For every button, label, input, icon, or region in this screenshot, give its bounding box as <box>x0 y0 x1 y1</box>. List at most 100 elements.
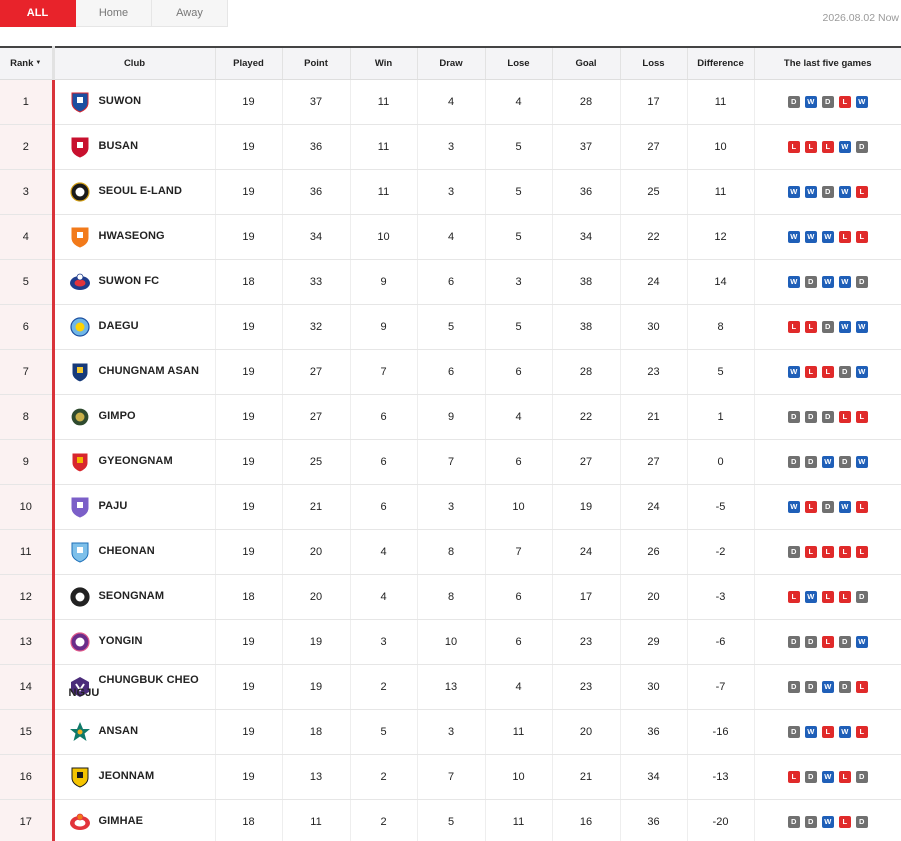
club-cell[interactable]: GIMHAE <box>51 799 215 841</box>
club-link[interactable]: YONGIN <box>69 631 215 653</box>
table-row[interactable]: 11 CHEONAN 19 20 4 8 7 24 26 -2 D L L L L <box>0 529 901 575</box>
club-cell[interactable]: CHEONAN <box>51 529 215 575</box>
table-row[interactable]: 10 PAJU 19 21 6 3 10 19 24 -5 W L D W L <box>0 484 901 530</box>
table-row[interactable]: 6 DAEGU 19 32 9 5 5 38 30 8 L L D W W <box>0 304 901 350</box>
club-cell[interactable]: PAJU <box>51 484 215 530</box>
club-link[interactable]: DAEGU <box>69 316 215 338</box>
table-row[interactable]: 17 GIMHAE 18 11 2 5 11 16 36 -20 D D W L D <box>0 799 901 841</box>
table-row[interactable]: 4 HWASEONG 19 34 10 4 5 34 22 12 W W W L L <box>0 214 901 260</box>
club-link[interactable]: GYEONGNAM <box>69 451 215 473</box>
table-row[interactable]: 13 YONGIN 19 19 3 10 6 23 29 -6 D D L D W <box>0 619 901 665</box>
club-cell[interactable]: GYEONGNAM <box>51 439 215 485</box>
point-cell: 36 <box>281 169 350 215</box>
point-cell: 36 <box>281 124 350 170</box>
difference-cell: 0 <box>686 439 754 485</box>
table-row[interactable]: 1 SUWON 19 37 11 4 4 28 17 11 D W D L W <box>0 79 901 125</box>
result-badge: W <box>804 590 817 603</box>
form-guide: DLLLL <box>787 545 868 558</box>
result-badge: L <box>787 770 800 783</box>
tab-away[interactable]: Away <box>152 0 228 27</box>
tab-home[interactable]: Home <box>76 0 152 27</box>
last-five-cell: WWDWL <box>753 169 901 215</box>
club-cell[interactable]: SUWON FC <box>51 259 215 305</box>
club-cell[interactable]: CHUNGBUK CHEO NGJU <box>51 664 215 710</box>
loss-cell: 36 <box>619 799 687 841</box>
result-badge: L <box>804 320 817 333</box>
tab-all[interactable]: ALL <box>0 0 76 27</box>
club-link[interactable]: CHUNGBUK CHEO NGJU <box>69 674 215 700</box>
table-row[interactable]: 8 GIMPO 19 27 6 9 4 22 21 1 D D D L L <box>0 394 901 440</box>
loss-cell: 30 <box>619 664 687 710</box>
difference-cell: -7 <box>686 664 754 710</box>
form-guide: WLLDW <box>787 365 868 378</box>
club-link[interactable]: GIMPO <box>69 406 215 428</box>
result-badge: W <box>855 95 868 108</box>
club-cell[interactable]: DAEGU <box>51 304 215 350</box>
club-link[interactable]: BUSAN <box>69 136 215 158</box>
club-name: BUSAN <box>98 140 139 152</box>
last-five-cell: WLLDW <box>753 349 901 395</box>
last-five-cell: LWLLD <box>753 574 901 620</box>
form-guide: DDLDW <box>787 635 868 648</box>
result-badge: W <box>821 770 834 783</box>
last-five-cell: DDDLL <box>753 394 901 440</box>
loss-cell: 27 <box>619 439 687 485</box>
draw-cell: 10 <box>416 619 485 665</box>
table-row[interactable]: 3 SEOUL E-LAND 19 36 11 3 5 36 25 11 W W D W L <box>0 169 901 215</box>
win-cell: 5 <box>349 709 417 755</box>
win-cell: 6 <box>349 439 417 485</box>
table-row[interactable]: 15 ANSAN 19 18 5 3 11 20 36 -16 D W L W L <box>0 709 901 755</box>
club-link[interactable]: PAJU <box>69 496 215 518</box>
result-badge: W <box>821 815 834 828</box>
club-link[interactable]: CHUNGNAM ASAN <box>69 361 215 383</box>
played-cell: 19 <box>214 169 282 215</box>
club-link[interactable]: SUWON <box>69 91 215 113</box>
club-name: SEOUL E-LAND <box>98 185 183 197</box>
table-row[interactable]: 5 SUWON FC 18 33 9 6 3 38 24 14 W D W W D <box>0 259 901 305</box>
last-five-cell: DDWDL <box>753 664 901 710</box>
draw-cell: 8 <box>416 529 485 575</box>
result-badge: D <box>787 725 800 738</box>
club-cell[interactable]: BUSAN <box>51 124 215 170</box>
club-link[interactable]: SEOUL E-LAND <box>69 181 215 203</box>
suwon-crest-icon <box>69 91 91 113</box>
club-cell[interactable]: GIMPO <box>51 394 215 440</box>
result-badge: D <box>821 185 834 198</box>
result-badge: D <box>787 680 800 693</box>
club-cell[interactable]: HWASEONG <box>51 214 215 260</box>
difference-cell: 12 <box>686 214 754 260</box>
point-cell: 25 <box>281 439 350 485</box>
club-cell[interactable]: ANSAN <box>51 709 215 755</box>
club-cell[interactable]: JEONNAM <box>51 754 215 800</box>
table-row[interactable]: 16 JEONNAM 19 13 2 7 10 21 34 -13 L D W L D <box>0 754 901 800</box>
table-row[interactable]: 12 SEONGNAM 18 20 4 8 6 17 20 -3 L W L L D <box>0 574 901 620</box>
result-badge: D <box>838 455 851 468</box>
club-link[interactable]: GIMHAE <box>69 811 215 833</box>
club-cell[interactable]: SEONGNAM <box>51 574 215 620</box>
club-link[interactable]: CHEONAN <box>69 541 215 563</box>
win-cell: 2 <box>349 754 417 800</box>
goal-cell: 21 <box>551 754 620 800</box>
result-badge: D <box>855 275 868 288</box>
column-header-draw: Draw <box>416 46 485 80</box>
column-header-rank[interactable]: Rank ▼ <box>0 46 53 80</box>
difference-cell: -16 <box>686 709 754 755</box>
club-cell[interactable]: SUWON <box>51 79 215 125</box>
club-link[interactable]: SUWON FC <box>69 271 215 293</box>
table-row[interactable]: 2 BUSAN 19 36 11 3 5 37 27 10 L L L W D <box>0 124 901 170</box>
result-badge: W <box>821 455 834 468</box>
form-guide: WDWWD <box>787 275 868 288</box>
table-row[interactable]: 7 CHUNGNAM ASAN 19 27 7 6 6 28 23 5 W L L D W <box>0 349 901 395</box>
table-row[interactable]: 9 GYEONGNAM 19 25 6 7 6 27 27 0 D D W D W <box>0 439 901 485</box>
club-cell[interactable]: YONGIN <box>51 619 215 665</box>
club-link[interactable]: SEONGNAM <box>69 586 215 608</box>
column-header-goal: Goal <box>551 46 620 80</box>
table-row[interactable]: 14 CHUNGBUK CHEO NGJU 19 19 2 13 4 23 30 -7 D D W D L <box>0 664 901 710</box>
rank-cell: 4 <box>0 214 53 260</box>
club-link[interactable]: JEONNAM <box>69 766 215 788</box>
result-badge: L <box>821 365 834 378</box>
club-link[interactable]: ANSAN <box>69 721 215 743</box>
club-link[interactable]: HWASEONG <box>69 226 215 248</box>
club-cell[interactable]: SEOUL E-LAND <box>51 169 215 215</box>
club-cell[interactable]: CHUNGNAM ASAN <box>51 349 215 395</box>
